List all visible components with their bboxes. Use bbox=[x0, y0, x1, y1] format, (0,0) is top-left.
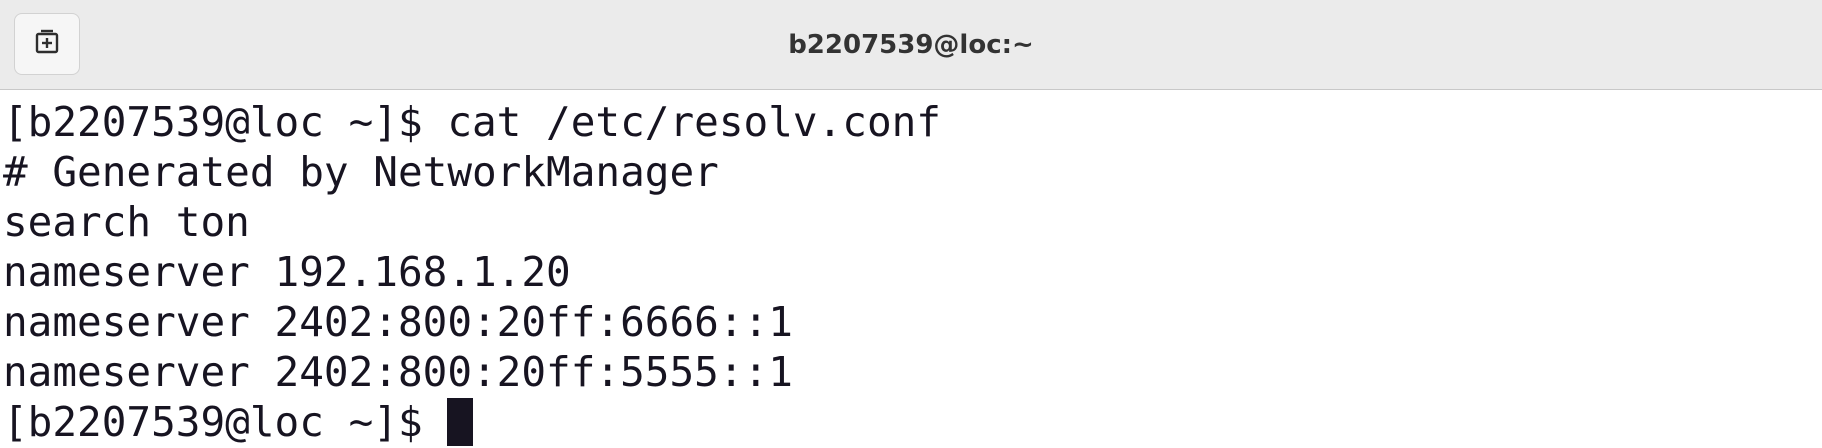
terminal-line: # Generated by NetworkManager bbox=[3, 148, 719, 196]
terminal-line: nameserver 2402:800:20ff:6666::1 bbox=[3, 298, 793, 346]
terminal-line: [b2207539@loc ~]$ cat /etc/resolv.conf bbox=[3, 98, 941, 146]
titlebar: b2207539@loc:~ bbox=[0, 0, 1822, 90]
terminal-line: search ton bbox=[3, 198, 250, 246]
shell-prompt: [b2207539@loc ~]$ bbox=[3, 398, 448, 446]
terminal-window: b2207539@loc:~ [b2207539@loc ~]$ cat /et… bbox=[0, 0, 1822, 448]
terminal-line: nameserver 2402:800:20ff:5555::1 bbox=[3, 348, 793, 396]
text-cursor bbox=[447, 398, 474, 446]
terminal-output[interactable]: [b2207539@loc ~]$ cat /etc/resolv.conf #… bbox=[0, 90, 1822, 448]
terminal-line: nameserver 192.168.1.20 bbox=[3, 248, 571, 296]
window-title: b2207539@loc:~ bbox=[788, 30, 1034, 60]
prompt-line[interactable]: [b2207539@loc ~]$ bbox=[3, 397, 1822, 447]
